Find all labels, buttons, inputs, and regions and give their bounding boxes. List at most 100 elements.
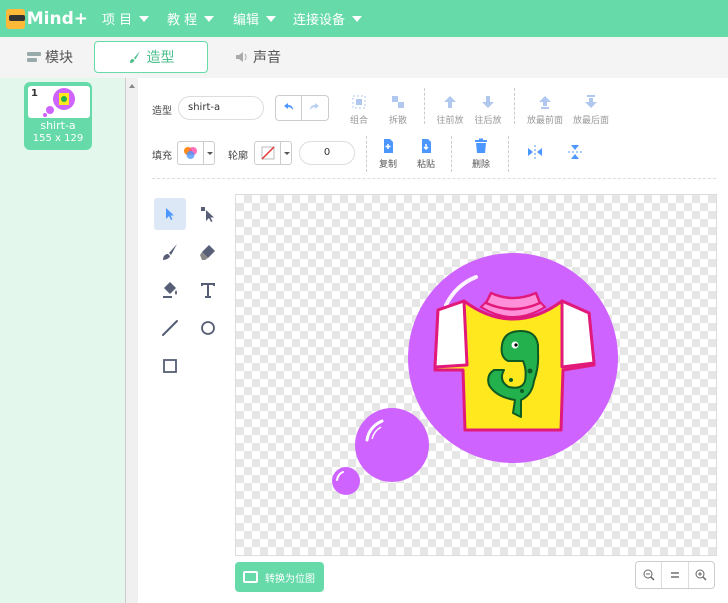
toolbar-divider bbox=[514, 88, 515, 124]
drawing-canvas[interactable] bbox=[235, 194, 717, 556]
paint-bucket-icon bbox=[163, 282, 177, 298]
flip-vertical-icon bbox=[568, 145, 582, 159]
blocks-icon bbox=[27, 52, 41, 62]
front-button[interactable]: 放最前面 bbox=[525, 94, 565, 126]
scroll-up-icon[interactable] bbox=[129, 84, 135, 88]
outline-width-input[interactable]: 0 bbox=[299, 141, 355, 165]
chevron-down-icon bbox=[280, 142, 291, 164]
forward-label: 往前放 bbox=[436, 116, 464, 126]
eraser-tool[interactable] bbox=[192, 236, 224, 268]
paint-editor: 造型 shirt-a 组合 拆散 往前放 往后放 放最前面 放最后面 填充 轮廓 bbox=[138, 78, 728, 603]
toolbar-divider bbox=[152, 178, 716, 179]
zoom-out-button[interactable] bbox=[636, 562, 661, 588]
tab-sounds[interactable]: 声音 bbox=[228, 41, 288, 73]
text-tool[interactable] bbox=[192, 274, 224, 306]
tab-costumes-label: 造型 bbox=[146, 50, 175, 66]
paste-button[interactable]: 粘贴 bbox=[406, 138, 446, 170]
sidebar-scrollbar[interactable] bbox=[126, 78, 138, 603]
flip-horizontal-button[interactable] bbox=[515, 144, 555, 160]
flip-vertical-button[interactable] bbox=[555, 144, 595, 160]
circle-tool[interactable] bbox=[192, 312, 224, 344]
zoom-in-button[interactable] bbox=[689, 562, 714, 588]
app-logo[interactable]: Mind+ bbox=[6, 6, 88, 32]
editor-tabs: 模块 造型 声音 bbox=[0, 37, 728, 78]
speaker-icon bbox=[236, 52, 247, 62]
undo-icon bbox=[284, 103, 293, 110]
zoom-reset-button[interactable] bbox=[661, 562, 689, 588]
toolbar-divider bbox=[451, 136, 452, 172]
eraser-icon bbox=[200, 245, 215, 260]
group-label: 组合 bbox=[349, 116, 368, 126]
tab-costumes[interactable]: 造型 bbox=[94, 41, 208, 73]
menu-connect-label: 连接设备 bbox=[293, 13, 346, 28]
rectangle-icon bbox=[163, 359, 177, 373]
flip-horizontal-icon bbox=[528, 145, 542, 159]
line-tool[interactable] bbox=[154, 312, 186, 344]
text-icon bbox=[201, 283, 215, 298]
menu-tutorial-label: 教 程 bbox=[167, 13, 198, 28]
chevron-down-icon bbox=[139, 15, 150, 22]
menu-bar: Mind+ 项 目 教 程 编辑 连接设备 bbox=[0, 0, 728, 37]
menu-project[interactable]: 项 目 bbox=[102, 9, 150, 28]
brush-icon bbox=[163, 244, 177, 260]
circle-icon bbox=[201, 321, 215, 335]
convert-to-bitmap-button[interactable]: 转换为位图 bbox=[235, 562, 324, 592]
copy-label: 复制 bbox=[378, 160, 397, 170]
logo-text: Mind+ bbox=[26, 9, 88, 29]
tab-blocks[interactable]: 模块 bbox=[20, 41, 80, 73]
backward-button[interactable]: 往后放 bbox=[468, 94, 508, 126]
shirt-costume-artwork bbox=[332, 253, 618, 495]
back-button[interactable]: 放最后面 bbox=[571, 94, 611, 126]
costume-name-label: 造型 bbox=[152, 106, 172, 117]
group-button[interactable]: 组合 bbox=[339, 94, 379, 126]
costume-thumbnail: 1 bbox=[28, 86, 90, 118]
copy-icon bbox=[384, 139, 393, 153]
fill-color-picker[interactable] bbox=[177, 141, 215, 165]
zoom-controls bbox=[635, 561, 715, 589]
delete-label: 删除 bbox=[471, 160, 490, 170]
delete-button[interactable]: 删除 bbox=[461, 138, 501, 170]
undo-button[interactable] bbox=[275, 95, 302, 121]
convert-to-bitmap-label: 转换为位图 bbox=[265, 573, 315, 585]
to-front-icon bbox=[539, 96, 551, 109]
copy-button[interactable]: 复制 bbox=[368, 138, 408, 170]
equals-icon bbox=[670, 572, 679, 578]
fill-label: 填充 bbox=[152, 151, 172, 162]
reshape-tool[interactable] bbox=[192, 198, 224, 230]
redo-button[interactable] bbox=[302, 95, 329, 121]
menu-tutorial[interactable]: 教 程 bbox=[167, 9, 215, 28]
line-icon bbox=[162, 320, 178, 336]
paste-icon bbox=[422, 139, 431, 153]
select-tool[interactable] bbox=[154, 198, 186, 230]
shirt-thumbnail-icon bbox=[43, 88, 75, 117]
chevron-down-icon bbox=[266, 15, 277, 22]
outline-color-picker[interactable] bbox=[254, 141, 292, 165]
color-circles-icon bbox=[184, 147, 197, 159]
toolbar-divider bbox=[508, 136, 509, 172]
toolbar-divider bbox=[366, 136, 367, 172]
ungroup-icon bbox=[392, 96, 404, 108]
tab-sounds-label: 声音 bbox=[253, 50, 281, 66]
forward-button[interactable]: 往前放 bbox=[430, 94, 470, 126]
zoom-in-icon bbox=[695, 569, 707, 581]
costume-name-input[interactable]: shirt-a bbox=[178, 96, 264, 120]
front-label: 放最前面 bbox=[526, 116, 563, 126]
menu-project-label: 项 目 bbox=[102, 13, 133, 28]
fill-tool[interactable] bbox=[154, 274, 186, 306]
brush-tool[interactable] bbox=[154, 236, 186, 268]
toolbar-divider bbox=[424, 88, 425, 124]
menu-connect-device[interactable]: 连接设备 bbox=[293, 9, 363, 28]
costume-name: shirt-a bbox=[40, 119, 76, 132]
ungroup-button[interactable]: 拆散 bbox=[378, 94, 418, 126]
reshape-icon bbox=[201, 207, 214, 222]
costume-item[interactable]: 1 shirt-a 155 x 129 bbox=[24, 82, 92, 150]
image-icon bbox=[243, 571, 258, 583]
rectangle-tool[interactable] bbox=[154, 350, 186, 382]
brush-icon bbox=[129, 51, 140, 63]
chevron-down-icon bbox=[203, 142, 214, 164]
costume-list: 1 shirt-a 155 x 129 bbox=[0, 78, 126, 603]
arrow-up-icon bbox=[444, 96, 456, 108]
menu-edit[interactable]: 编辑 bbox=[233, 9, 277, 28]
paste-label: 粘贴 bbox=[416, 160, 435, 170]
group-icon bbox=[352, 95, 366, 109]
